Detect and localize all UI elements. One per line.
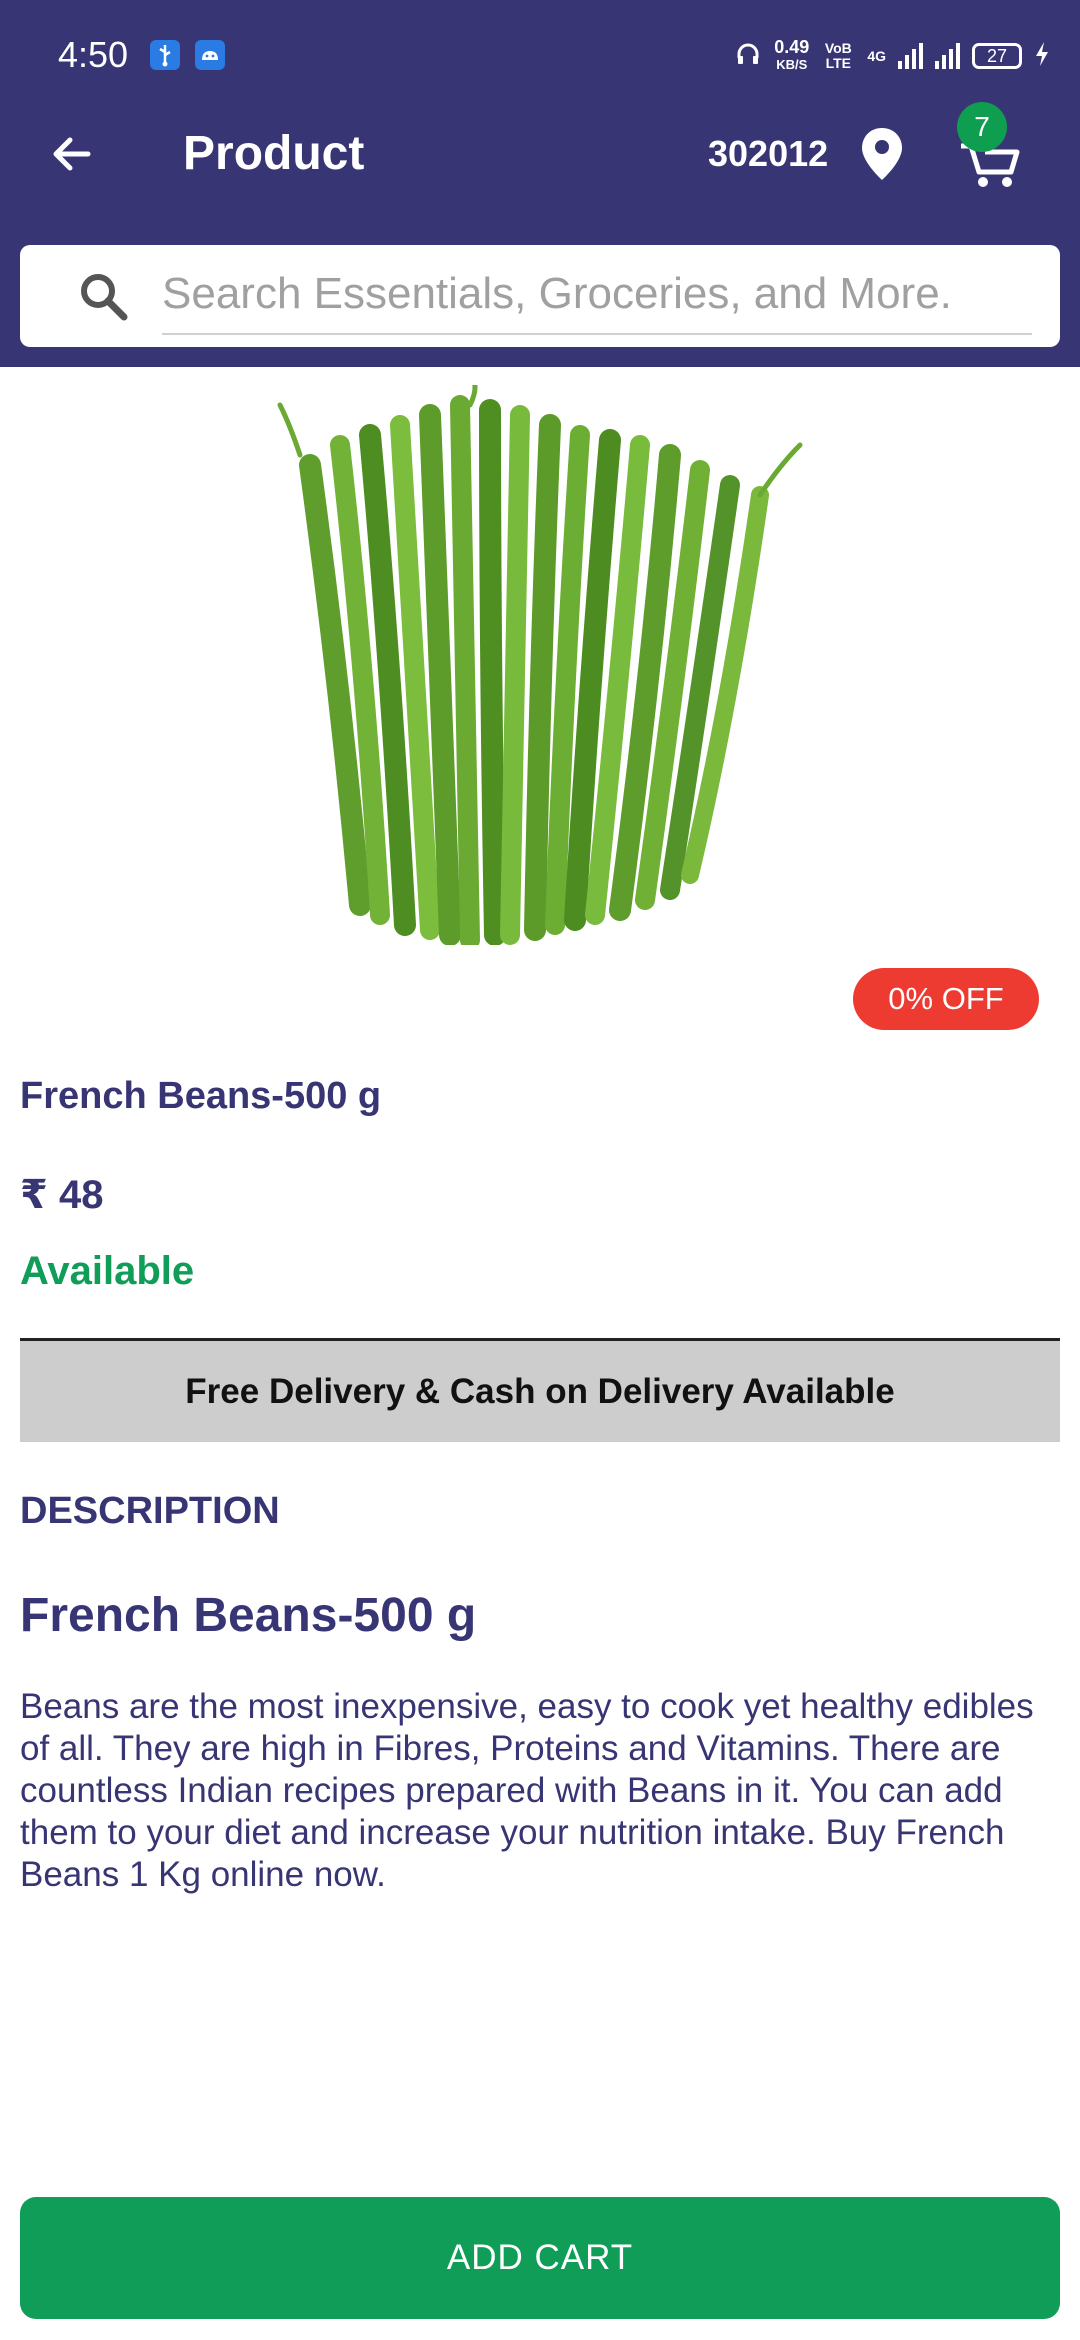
description-title: French Beans-500 g <box>20 1589 477 1642</box>
status-bar: 4:50 0.49 KB/S VoB LTE 4G 27 <box>0 0 1080 110</box>
pincode[interactable]: 302012 <box>708 128 828 180</box>
network-type: 4G <box>867 48 886 64</box>
signal-icon <box>898 43 923 69</box>
location-pin-icon[interactable] <box>858 126 906 182</box>
status-indicators: 0.49 KB/S VoB LTE 4G 27 <box>734 34 1050 78</box>
network-speed: 0.49 KB/S <box>774 38 809 74</box>
search-icon <box>81 274 128 321</box>
charging-icon <box>1034 40 1050 73</box>
availability-status: Available <box>20 1249 195 1293</box>
description-body: Beans are the most inexpensive, easy to … <box>20 1687 1034 1894</box>
product-image <box>277 385 803 945</box>
search-bar[interactable] <box>20 245 1060 347</box>
delivery-banner: Free Delivery & Cash on Delivery Availab… <box>20 1338 1060 1442</box>
description-heading: DESCRIPTION <box>20 1490 280 1532</box>
search-input[interactable] <box>162 255 1032 335</box>
speed-value: 0.49 <box>774 37 810 57</box>
android-icon <box>195 40 225 70</box>
battery-icon: 27 <box>972 43 1022 69</box>
status-time: 4:50 <box>58 34 129 75</box>
speed-unit: KB/S <box>776 57 808 72</box>
discount-badge: 0% OFF <box>853 968 1039 1030</box>
back-arrow-icon <box>53 137 91 171</box>
usb-icon <box>150 40 180 70</box>
page-title: Product <box>183 127 365 180</box>
signal-icon-2 <box>935 43 960 69</box>
volte-indicator: VoB LTE <box>824 40 852 71</box>
back-button[interactable] <box>40 122 104 186</box>
app-header: 4:50 0.49 KB/S VoB LTE 4G 27 Product 302… <box>0 0 1080 367</box>
cart-count-badge: 7 <box>957 102 1007 152</box>
product-name: French Beans-500 g <box>20 1075 382 1117</box>
add-cart-button[interactable]: ADD CART <box>20 2197 1060 2319</box>
product-price: ₹ 48 <box>20 1173 104 1217</box>
headphones-icon <box>734 40 762 73</box>
